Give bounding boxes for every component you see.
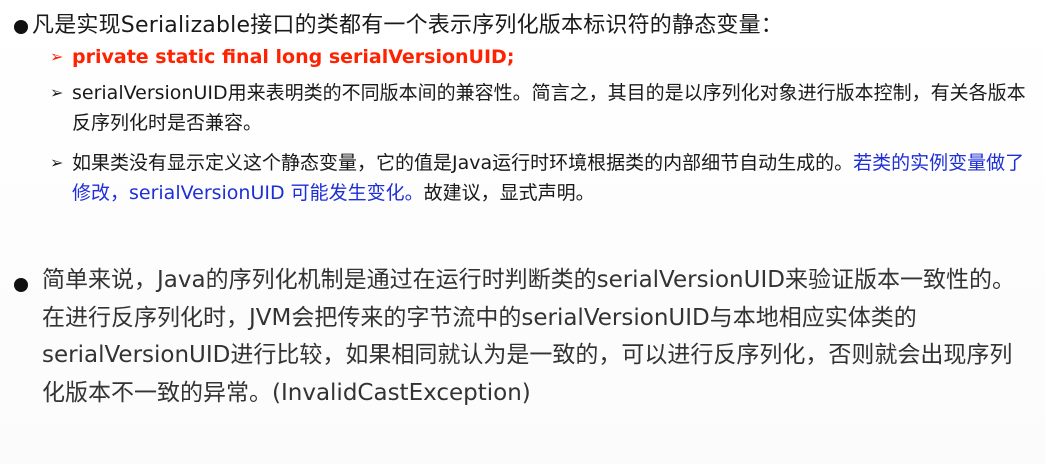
sub-bullet-default: ➢ 如果类没有显示定义这个静态变量，它的值是Java运行时环境根据类的内部细节自… — [50, 148, 1040, 208]
arrow-bullet-icon: ➢ — [50, 153, 64, 172]
default-text-after: 故建议，显式声明。 — [423, 182, 595, 204]
bullet-block-2: 简单来说，Java的序列化机制是通过在运行时判断类的serialVersionU… — [14, 262, 1034, 412]
arrow-bullet-icon: ➢ — [50, 83, 64, 102]
slide: 凡是实现Serializable接口的类都有一个表示序列化版本标识符的静态变量：… — [0, 0, 1045, 464]
bullet-2-text: 简单来说，Java的序列化机制是通过在运行时判断类的serialVersionU… — [42, 267, 1015, 406]
sub-bullet-code: ➢ private static final long serialVersio… — [50, 42, 1040, 72]
purpose-text: serialVersionUID用来表明类的不同版本间的兼容性。简言之，其目的是… — [72, 82, 1026, 134]
arrow-bullet-icon: ➢ — [50, 47, 64, 66]
bullet-block-1: 凡是实现Serializable接口的类都有一个表示序列化版本标识符的静态变量： — [14, 8, 1034, 44]
default-text-before: 如果类没有显示定义这个静态变量，它的值是Java运行时环境根据类的内部细节自动生… — [72, 152, 854, 174]
bullet-dot-icon — [14, 20, 28, 34]
bullet-dot-icon — [14, 278, 28, 292]
bullet-1-heading: 凡是实现Serializable接口的类都有一个表示序列化版本标识符的静态变量： — [32, 13, 784, 38]
code-declaration: private static final long serialVersionU… — [72, 46, 515, 68]
sub-bullet-list: ➢ private static final long serialVersio… — [50, 42, 1040, 218]
sub-bullet-purpose: ➢ serialVersionUID用来表明类的不同版本间的兼容性。简言之，其目… — [50, 78, 1040, 138]
